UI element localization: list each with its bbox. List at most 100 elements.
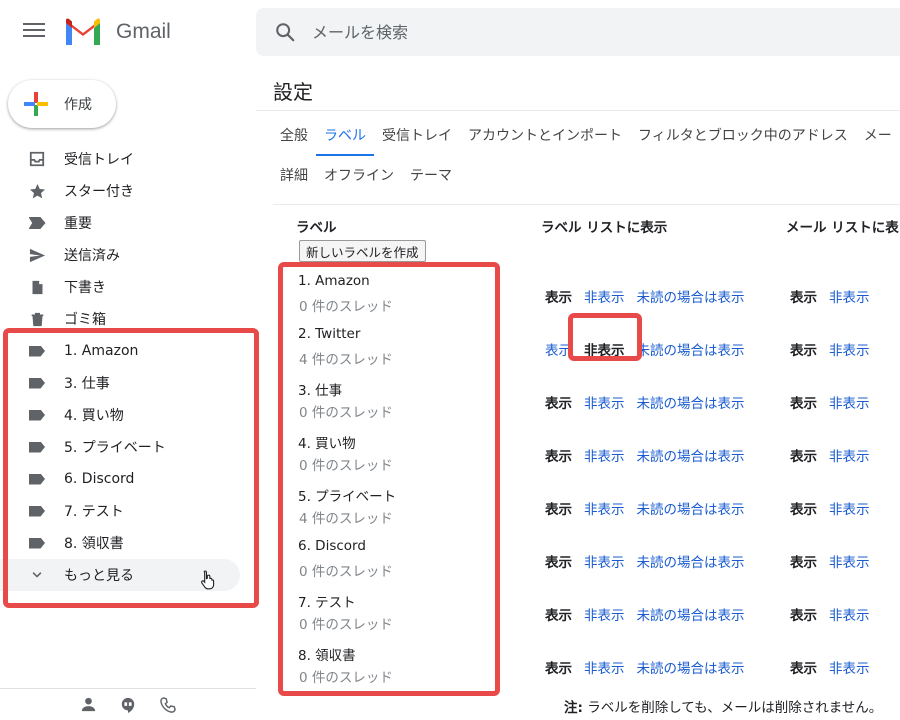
- sidebar-item-label: 1. Amazon: [64, 343, 139, 359]
- sidebar-item-label-work[interactable]: 3. 仕事: [0, 367, 240, 399]
- hand-cursor-icon: [200, 569, 217, 594]
- option-hide[interactable]: 非表示: [829, 286, 870, 306]
- label-thread-count: 0 件のスレッド: [299, 617, 393, 633]
- label-name[interactable]: 8. 領収書: [298, 644, 356, 664]
- sidebar-item-label-receipts[interactable]: 8. 領収書: [0, 527, 240, 559]
- sidebar-item-label: 送信済み: [64, 248, 120, 264]
- divider: [273, 204, 900, 205]
- compose-plus-icon: [22, 90, 50, 118]
- label-thread-count: 0 件のスレッド: [299, 564, 393, 580]
- option-hide[interactable]: 非表示: [829, 339, 870, 359]
- sidebar-item-trash[interactable]: ゴミ箱: [0, 303, 240, 335]
- option-show-if-unread[interactable]: 未読の場合は表示: [637, 551, 745, 571]
- label-row: 8. 領収書 0 件のスレッド 表示 非表示 未読の場合は表示 表示 非表示: [256, 640, 900, 693]
- tab-forwarding[interactable]: メー: [856, 116, 900, 156]
- tab-general[interactable]: 全般: [272, 116, 316, 156]
- option-hide[interactable]: 非表示: [829, 445, 870, 465]
- option-hide[interactable]: 非表示: [584, 657, 625, 677]
- option-show[interactable]: 表示: [545, 339, 572, 359]
- note-text: ラベルを削除しても、メールは削除されません。: [582, 700, 883, 716]
- option-show: 表示: [790, 289, 817, 306]
- sidebar-item-sent[interactable]: 送信済み: [0, 239, 240, 271]
- phone-icon[interactable]: [159, 696, 177, 714]
- note: 注: ラベルを削除しても、メールは削除されません。: [564, 696, 882, 716]
- sidebar-item-label-shopping[interactable]: 4. 買い物: [0, 399, 240, 431]
- label-thread-count: 0 件のスレッド: [299, 458, 393, 474]
- option-hide[interactable]: 非表示: [829, 392, 870, 412]
- search-icon[interactable]: [274, 21, 296, 43]
- compose-button[interactable]: 作成: [8, 80, 116, 128]
- option-show: 表示: [545, 448, 572, 465]
- label-icon: [28, 438, 46, 456]
- option-hide[interactable]: 非表示: [584, 392, 625, 412]
- option-show: 表示: [790, 554, 817, 571]
- option-hide[interactable]: 非表示: [584, 286, 625, 306]
- label-icon: [28, 470, 46, 488]
- tab-labels[interactable]: ラベル: [316, 116, 374, 156]
- sidebar-item-label-discord[interactable]: 6. Discord: [0, 463, 240, 495]
- search-bar[interactable]: [256, 8, 900, 56]
- sidebar-item-label: スター付き: [64, 184, 134, 200]
- sidebar-item-label-test[interactable]: 7. テスト: [0, 495, 240, 527]
- tab-themes[interactable]: テーマ: [402, 156, 460, 196]
- option-show-if-unread[interactable]: 未読の場合は表示: [637, 498, 745, 518]
- label-name[interactable]: 6. Discord: [298, 538, 366, 554]
- label-name[interactable]: 7. テスト: [298, 591, 356, 611]
- person-icon[interactable]: [79, 696, 97, 714]
- option-hide[interactable]: 非表示: [584, 551, 625, 571]
- create-new-label-button[interactable]: 新しいラベルを作成: [299, 240, 426, 262]
- message-list-options: 表示 非表示: [790, 269, 870, 322]
- option-hide[interactable]: 非表示: [584, 498, 625, 518]
- message-list-options: 表示 非表示: [790, 587, 870, 640]
- sidebar-item-label: 4. 買い物: [64, 408, 124, 424]
- sidebar-more-button[interactable]: もっと見る: [0, 559, 240, 591]
- search-input[interactable]: [312, 22, 812, 42]
- label-name[interactable]: 3. 仕事: [298, 379, 342, 399]
- label-icon: [28, 534, 46, 552]
- label-list-options: 表示 非表示 未読の場合は表示: [545, 534, 745, 587]
- label-name[interactable]: 4. 買い物: [298, 432, 356, 452]
- sidebar-item-starred[interactable]: スター付き: [0, 175, 240, 207]
- column-header-label-list: ラベル リストに表示: [541, 220, 668, 236]
- option-show-if-unread[interactable]: 未読の場合は表示: [637, 604, 745, 624]
- option-hide[interactable]: 非表示: [584, 604, 625, 624]
- label-name[interactable]: 1. Amazon: [298, 273, 370, 289]
- sidebar-item-label: 重要: [64, 216, 92, 232]
- option-show-if-unread[interactable]: 未読の場合は表示: [637, 392, 745, 412]
- option-hide[interactable]: 非表示: [829, 604, 870, 624]
- option-hide[interactable]: 非表示: [829, 551, 870, 571]
- option-hide[interactable]: 非表示: [829, 657, 870, 677]
- label-name[interactable]: 5. プライベート: [298, 485, 396, 505]
- tab-inbox[interactable]: 受信トレイ: [374, 116, 460, 156]
- option-hide[interactable]: 非表示: [829, 498, 870, 518]
- tab-offline[interactable]: オフライン: [316, 156, 402, 196]
- draft-icon: [28, 278, 46, 296]
- sidebar-item-inbox[interactable]: 受信トレイ: [0, 143, 240, 175]
- tab-filters-blocked[interactable]: フィルタとブロック中のアドレス: [630, 116, 856, 156]
- hangouts-icon[interactable]: [119, 696, 137, 714]
- sidebar-item-label-private[interactable]: 5. プライベート: [0, 431, 240, 463]
- settings-tabs: 全般 ラベル 受信トレイ アカウントとインポート フィルタとブロック中のアドレス…: [272, 116, 900, 196]
- label-row: 6. Discord 0 件のスレッド 表示 非表示 未読の場合は表示 表示 非表示: [256, 534, 900, 587]
- sidebar-item-label-amazon[interactable]: 1. Amazon: [0, 335, 240, 367]
- chevron-down-icon: [28, 566, 46, 584]
- label-icon: [28, 342, 46, 360]
- tab-advanced[interactable]: 詳細: [272, 156, 316, 196]
- tab-accounts-import[interactable]: アカウントとインポート: [460, 116, 630, 156]
- main-menu-icon[interactable]: [22, 20, 46, 44]
- option-show-if-unread[interactable]: 未読の場合は表示: [637, 286, 745, 306]
- sidebar-item-drafts[interactable]: 下書き: [0, 271, 240, 303]
- label-row: 5. プライベート 4 件のスレッド 表示 非表示 未読の場合は表示 表示 非表示: [256, 481, 900, 534]
- sidebar-item-important[interactable]: 重要: [0, 207, 240, 239]
- option-show-if-unread[interactable]: 未読の場合は表示: [637, 445, 745, 465]
- option-hide[interactable]: 非表示: [584, 445, 625, 465]
- divider: [256, 110, 900, 111]
- tab-row-2: 詳細 オフライン テーマ: [272, 156, 900, 196]
- gmail-logo[interactable]: Gmail: [64, 14, 171, 50]
- label-list-options: 表示 非表示 未読の場合は表示: [545, 481, 745, 534]
- option-show-if-unread[interactable]: 未読の場合は表示: [637, 657, 745, 677]
- option-show: 表示: [545, 660, 572, 677]
- label-name[interactable]: 2. Twitter: [298, 326, 360, 342]
- label-row: 1. Amazon 0 件のスレッド 表示 非表示 未読の場合は表示 表示 非表示: [256, 269, 900, 322]
- option-show-if-unread[interactable]: 未読の場合は表示: [637, 339, 745, 359]
